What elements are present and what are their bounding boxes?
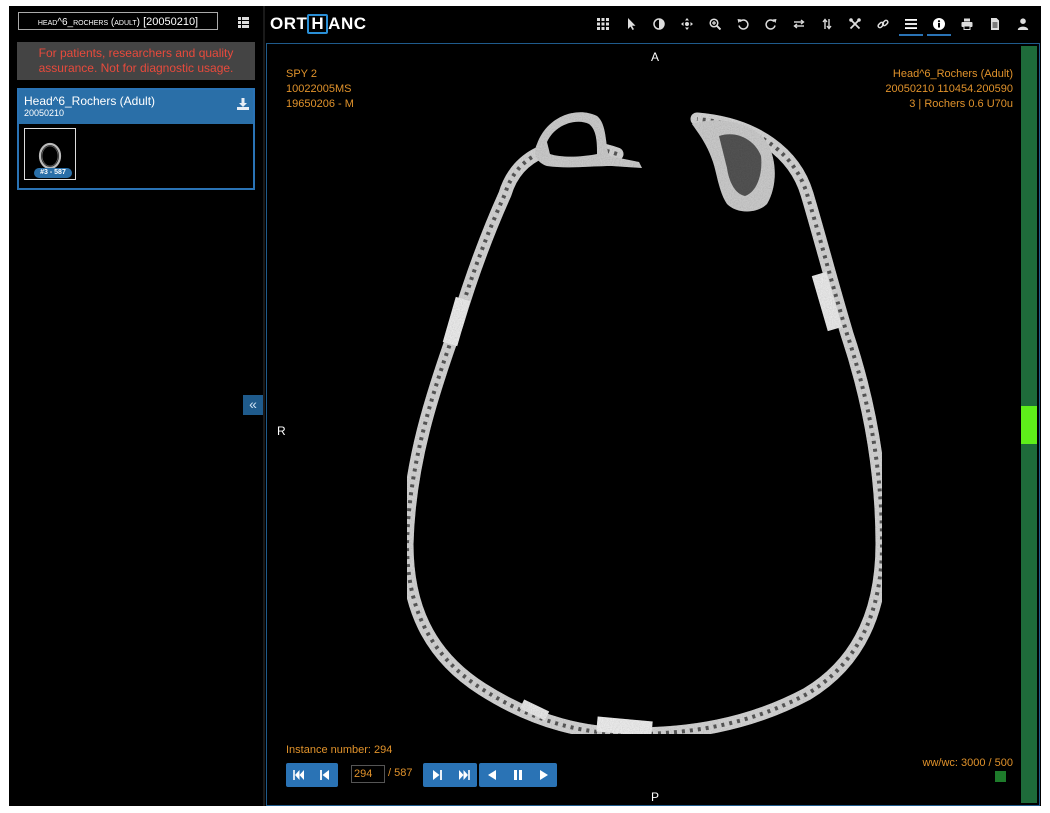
layout-button[interactable] bbox=[591, 12, 615, 36]
play-backward-button[interactable] bbox=[479, 763, 505, 787]
sync-link-button[interactable] bbox=[871, 12, 895, 36]
menu-icon bbox=[905, 19, 917, 29]
frame-total: / 587 bbox=[388, 767, 413, 779]
status-indicator bbox=[995, 771, 1006, 782]
last-frame-button[interactable] bbox=[450, 763, 477, 787]
step-forward-icon bbox=[433, 770, 442, 780]
study-line-2: 20050210 110454.200590 bbox=[885, 83, 1013, 95]
pause-icon bbox=[514, 770, 522, 780]
logo-text-right: ANC bbox=[328, 14, 367, 33]
flip-vertical-button[interactable] bbox=[815, 12, 839, 36]
orthanc-logo: ORT H ANC bbox=[270, 13, 367, 35]
next-frame-button[interactable] bbox=[423, 763, 450, 787]
rotate-right-button[interactable] bbox=[759, 12, 783, 36]
collapse-sidebar-button[interactable]: « bbox=[243, 395, 263, 415]
menu-button[interactable] bbox=[899, 12, 923, 36]
patient-line-2: 10022005MS bbox=[286, 83, 352, 95]
study-selector-date: [20050210] bbox=[143, 16, 199, 28]
previous-frame-button[interactable] bbox=[312, 763, 338, 787]
first-frame-button[interactable] bbox=[286, 763, 312, 787]
contrast-icon bbox=[653, 18, 665, 30]
study-line-3: 3 | Rochers 0.6 U70u bbox=[909, 98, 1013, 110]
image-viewport[interactable]: SPY 2 10022005MS 19650206 - M Head^6_Roc… bbox=[266, 43, 1040, 806]
diagnostic-warning: For patients, researchers and quality as… bbox=[17, 42, 255, 80]
link-icon bbox=[877, 19, 889, 29]
grid-layout-icon bbox=[597, 18, 609, 30]
flip-vertical-icon bbox=[822, 18, 832, 30]
logo-text-left: ORT bbox=[270, 14, 308, 33]
contrast-tool-button[interactable] bbox=[647, 12, 671, 36]
series-card[interactable]: Head^6_Rochers (Adult) 20050210 #3 - 587 bbox=[17, 88, 255, 190]
series-name: Head^6_Rochers (Adult) bbox=[24, 94, 156, 108]
pan-icon bbox=[681, 18, 693, 30]
frame-scroll-thumb[interactable] bbox=[1021, 405, 1037, 444]
step-backward-icon bbox=[320, 770, 329, 780]
document-button[interactable] bbox=[983, 12, 1007, 36]
study-info-overlay: Head^6_Rochers (Adult) 20050210 110454.2… bbox=[885, 67, 1013, 112]
study-line-1: Head^6_Rochers (Adult) bbox=[892, 68, 1013, 80]
print-icon bbox=[961, 18, 973, 30]
instance-number: Instance number: 294 bbox=[286, 744, 393, 756]
app-window: head^6_rochers (adult) [20050210] For pa… bbox=[9, 6, 1041, 806]
next-group bbox=[423, 763, 477, 787]
skip-to-start-icon bbox=[293, 770, 304, 780]
ct-skull-image bbox=[400, 112, 889, 741]
series-date: 20050210 bbox=[24, 108, 65, 118]
play-forward-icon bbox=[540, 770, 548, 780]
flip-horizontal-icon bbox=[793, 19, 805, 29]
info-icon bbox=[933, 18, 945, 30]
study-list-icon[interactable] bbox=[238, 15, 249, 28]
pause-button[interactable] bbox=[505, 763, 531, 787]
download-icon[interactable] bbox=[237, 97, 249, 110]
play-forward-button[interactable] bbox=[531, 763, 557, 787]
series-header[interactable]: Head^6_Rochers (Adult) 20050210 bbox=[19, 90, 253, 124]
logo-box-letter: H bbox=[307, 14, 329, 34]
pointer-tool-button[interactable] bbox=[619, 12, 643, 36]
zoom-icon bbox=[709, 18, 721, 30]
orientation-top: A bbox=[651, 50, 660, 64]
play-backward-icon bbox=[488, 770, 496, 780]
user-icon bbox=[1017, 18, 1029, 30]
study-selector[interactable]: head^6_rochers (adult) [20050210] bbox=[18, 12, 218, 30]
frame-number-input[interactable] bbox=[351, 765, 385, 783]
user-button[interactable] bbox=[1011, 12, 1035, 36]
patient-line-3: 19650206 - M bbox=[286, 98, 354, 110]
pointer-icon bbox=[628, 18, 636, 30]
pan-tool-button[interactable] bbox=[675, 12, 699, 36]
patient-info-overlay: SPY 2 10022005MS 19650206 - M bbox=[286, 67, 354, 112]
flip-horizontal-button[interactable] bbox=[787, 12, 811, 36]
document-icon bbox=[991, 18, 999, 30]
info-button[interactable] bbox=[927, 12, 951, 36]
skip-to-end-icon bbox=[459, 770, 470, 780]
study-selector-name: head^6_rochers (adult) bbox=[37, 17, 140, 28]
rotate-right-icon bbox=[765, 19, 777, 30]
tools-button[interactable] bbox=[843, 12, 867, 36]
playback-group bbox=[479, 763, 557, 787]
rotate-left-button[interactable] bbox=[731, 12, 755, 36]
frame-scrollbar[interactable] bbox=[1021, 46, 1037, 803]
first-last-group bbox=[286, 763, 338, 787]
print-button[interactable] bbox=[955, 12, 979, 36]
thumbnail-badge: #3 - 587 bbox=[34, 168, 72, 178]
series-thumbnail[interactable]: #3 - 587 bbox=[24, 128, 76, 180]
sidebar: head^6_rochers (adult) [20050210] For pa… bbox=[9, 6, 263, 806]
rotate-left-icon bbox=[737, 19, 749, 30]
tools-icon bbox=[849, 18, 861, 30]
zoom-tool-button[interactable] bbox=[703, 12, 727, 36]
sidebar-divider bbox=[263, 6, 265, 806]
orientation-bottom: P bbox=[651, 790, 660, 804]
orientation-left: R bbox=[277, 424, 286, 438]
patient-line-1: SPY 2 bbox=[286, 68, 317, 80]
window-level-readout: ww/wc: 3000 / 500 bbox=[922, 757, 1014, 769]
